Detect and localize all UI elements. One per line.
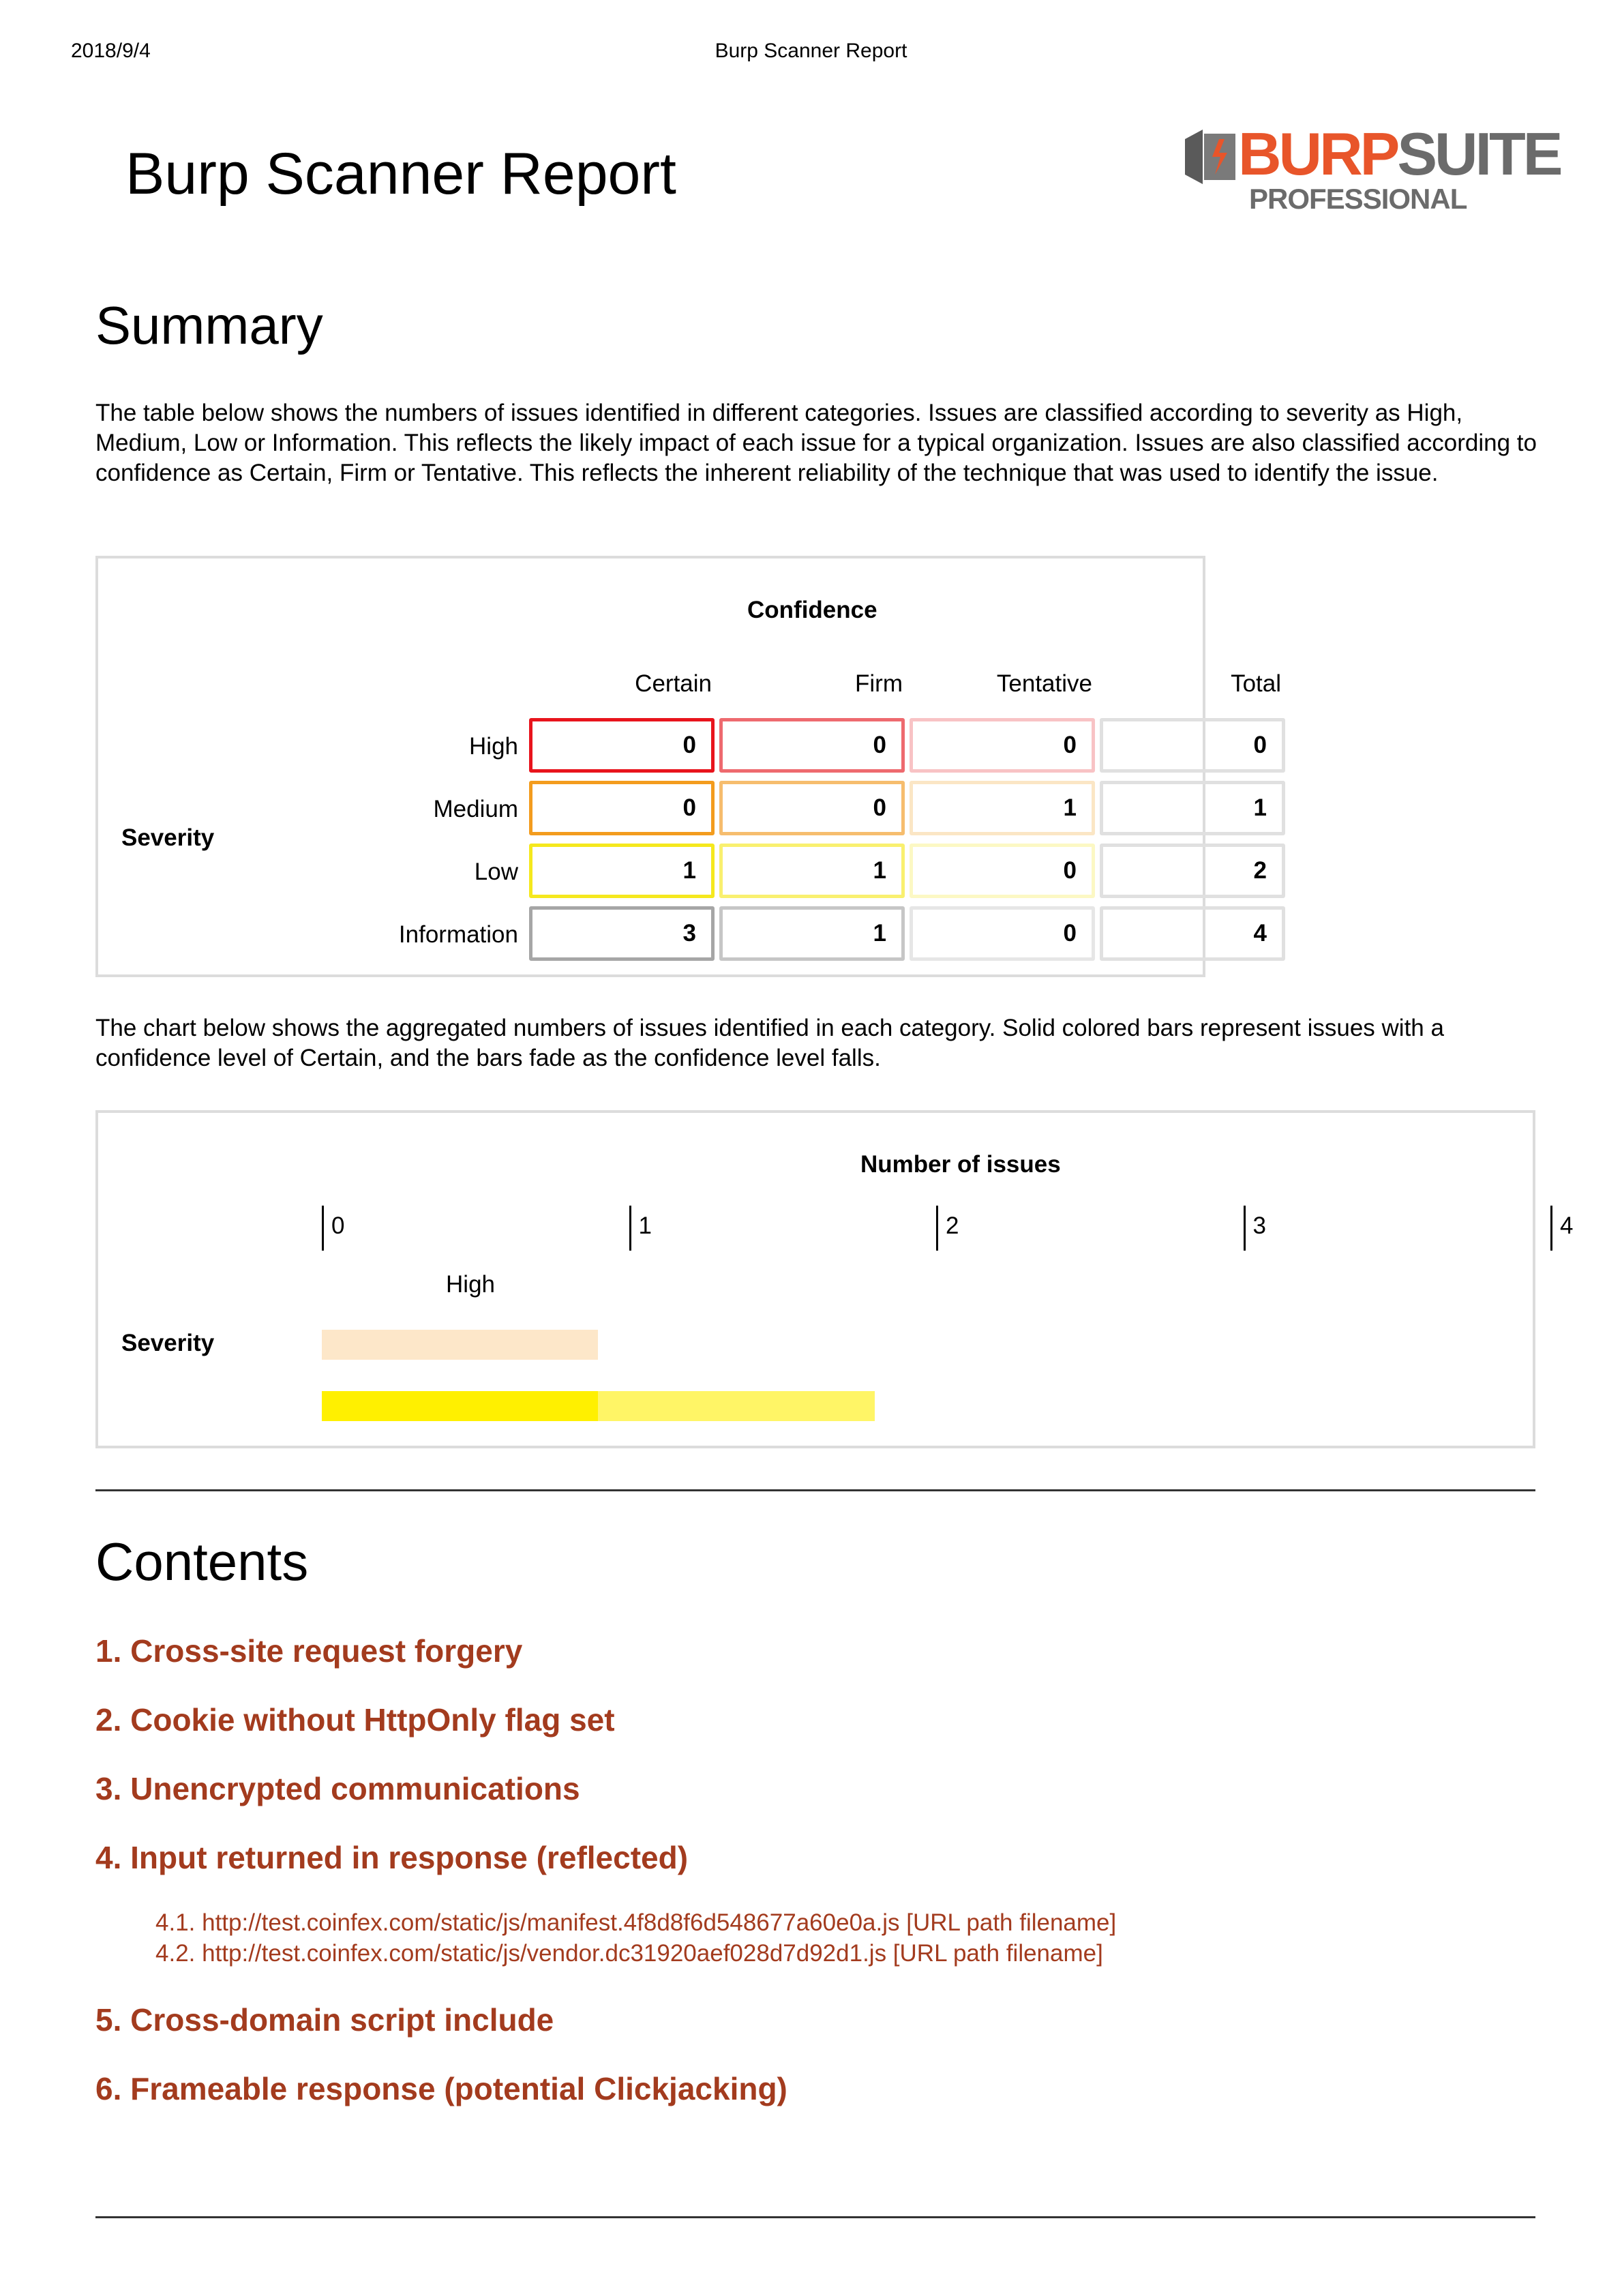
issues-chart: Number of issues 01234 Severity High Med… <box>95 1110 1573 1448</box>
cell-info-tentative: 0 <box>910 906 1095 961</box>
burp-logo-icon <box>1185 130 1235 184</box>
summary-heading: Summary <box>95 295 323 355</box>
row-label-low: Low <box>474 859 518 885</box>
report-title: Burp Scanner Report <box>125 141 676 207</box>
cell-low-total: 2 <box>1100 844 1285 898</box>
x-tick-4 <box>1550 1206 1552 1251</box>
divider-bottom <box>95 2216 1535 2218</box>
cell-low-certain: 1 <box>529 844 715 898</box>
bar-low-firm <box>598 1391 875 1421</box>
row-label-medium: Medium <box>433 796 518 822</box>
cell-high-total: 0 <box>1100 718 1285 773</box>
col-header-tentative: Tentative <box>996 670 1092 697</box>
logo-suite: SUITE <box>1397 120 1563 188</box>
col-header-firm: Firm <box>855 670 903 697</box>
cell-high-certain: 0 <box>529 718 715 773</box>
toc-subitem-manifest[interactable]: 4.1. http://test.coinfex.com/static/js/m… <box>155 1909 1116 1937</box>
severity-axis-label: Severity <box>121 824 215 851</box>
toc-item-cross-domain-script[interactable]: 5. Cross-domain script include <box>95 2001 554 2038</box>
cell-low-firm: 1 <box>719 844 905 898</box>
cell-high-firm: 0 <box>719 718 905 773</box>
cell-high-tentative: 0 <box>910 718 1095 773</box>
toc-item-input-reflected[interactable]: 4. Input returned in response (reflected… <box>95 1839 688 1876</box>
cell-medium-total: 1 <box>1100 781 1285 835</box>
cell-low-tentative: 0 <box>910 844 1095 898</box>
bar-low-certain <box>322 1391 599 1421</box>
toc-item-frameable-response[interactable]: 6. Frameable response (potential Clickja… <box>95 2070 787 2107</box>
x-tick-label-4: 4 <box>1560 1212 1574 1239</box>
logo-burp: BURP <box>1238 120 1400 188</box>
col-header-total: Total <box>1231 670 1281 697</box>
toc-item-csrf[interactable]: 1. Cross-site request forgery <box>95 1632 522 1669</box>
burpsuite-logo: BURPSUITE PROFESSIONAL <box>1185 124 1563 217</box>
cell-info-firm: 1 <box>719 906 905 961</box>
col-header-certain: Certain <box>635 670 712 697</box>
cell-info-certain: 3 <box>529 906 715 961</box>
cell-medium-certain: 0 <box>529 781 715 835</box>
toc-item-unencrypted[interactable]: 3. Unencrypted communications <box>95 1770 580 1807</box>
divider <box>95 1489 1535 1491</box>
summary-description: The table below shows the numbers of iss… <box>95 400 1537 486</box>
row-label-high: High <box>469 733 518 760</box>
toc-subitem-vendor[interactable]: 4.2. http://test.coinfex.com/static/js/v… <box>155 1940 1103 1967</box>
chart-description: The chart below shows the aggregated num… <box>95 1015 1444 1071</box>
contents-heading: Contents <box>95 1532 309 1592</box>
cell-medium-tentative: 1 <box>910 781 1095 835</box>
confidence-title: Confidence <box>747 597 877 623</box>
bar-medium-tentative <box>322 1330 599 1360</box>
logo-professional: PROFESSIONAL <box>1249 183 1467 215</box>
confidence-table: Confidence Certain Firm Tentative Total … <box>95 556 1285 977</box>
cell-info-total: 4 <box>1100 906 1285 961</box>
row-label-information: Information <box>398 921 518 948</box>
cell-medium-firm: 0 <box>719 781 905 835</box>
print-header-title: Burp Scanner Report <box>715 40 907 62</box>
toc-item-cookie-httponly[interactable]: 2. Cookie without HttpOnly flag set <box>95 1701 615 1738</box>
